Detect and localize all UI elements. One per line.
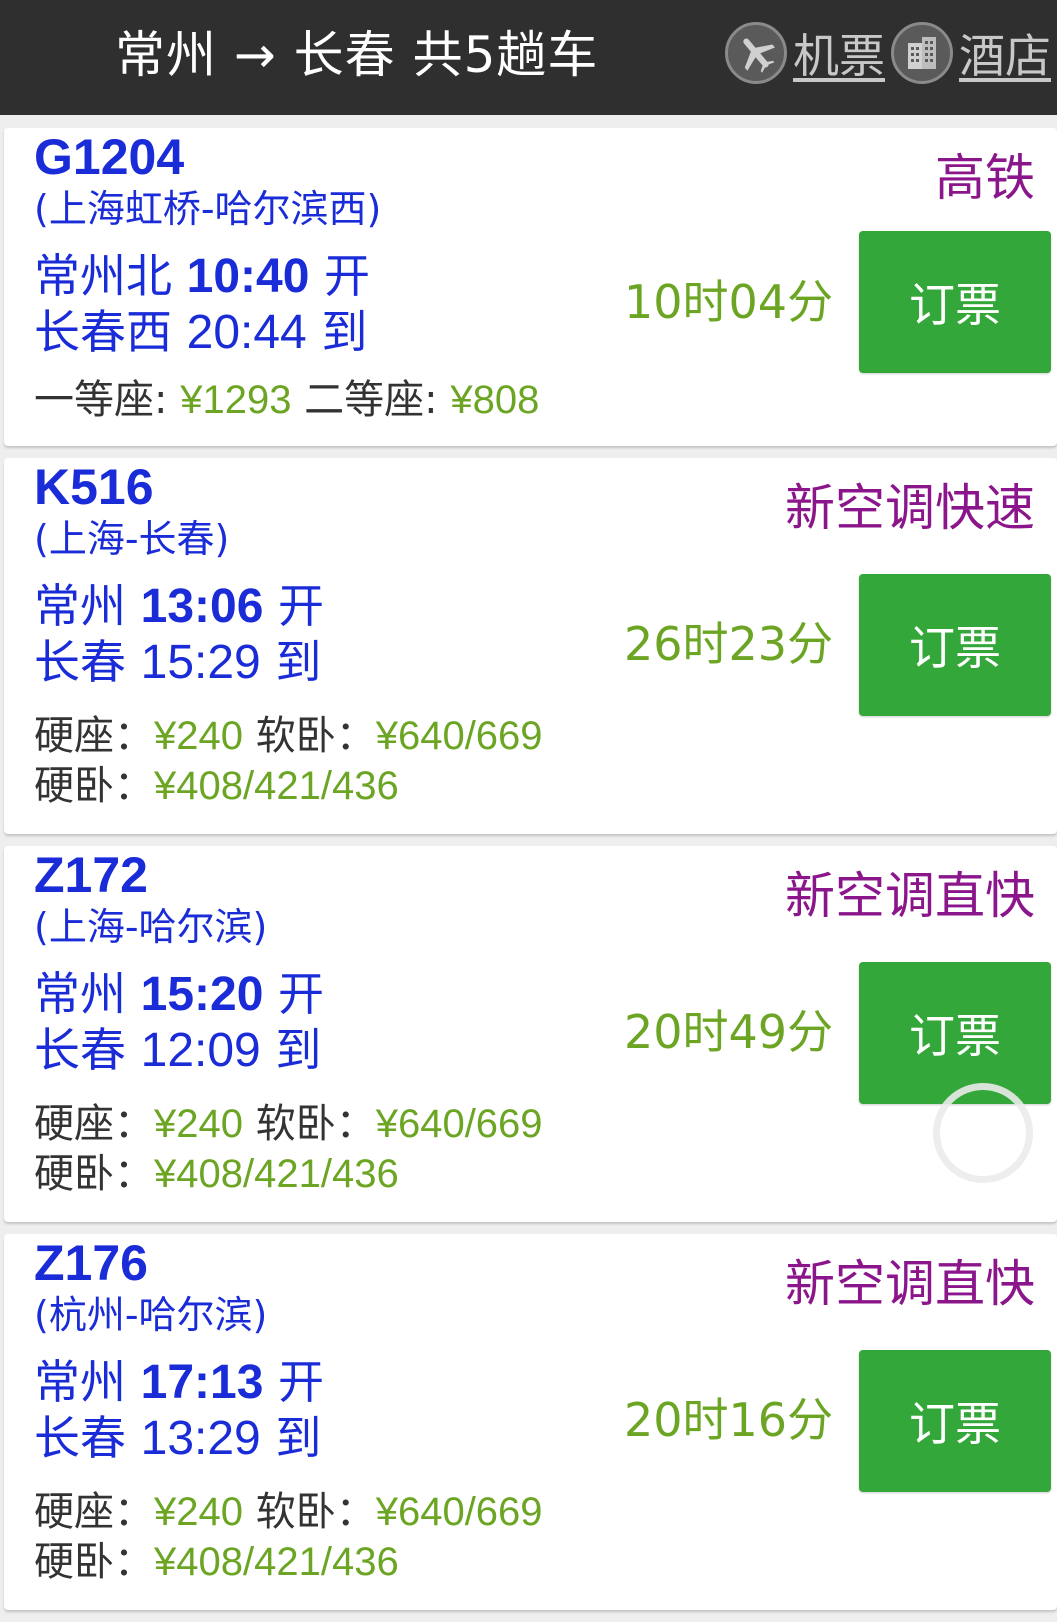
travel-duration: 20时16分: [624, 1393, 834, 1447]
departure-suffix: 开: [278, 1355, 325, 1409]
seat-label: 硬卧：: [34, 763, 154, 809]
price-line: 硬座：¥240 软卧：¥640/669: [34, 1488, 543, 1536]
arrival-suffix: 到: [275, 635, 322, 689]
departure-time: 13:06: [140, 580, 264, 633]
train-route: (上海-哈尔滨): [34, 905, 268, 949]
departure-station: 常州: [34, 967, 126, 1021]
seat-price: ¥408/421/436: [154, 1152, 399, 1196]
seat-label: 硬座：: [34, 1489, 154, 1535]
arrival-info: 长春西 20:44 到: [34, 304, 367, 361]
train-number: Z176: [34, 1235, 148, 1291]
train-number: Z172: [34, 847, 148, 903]
seat-label: 硬座：: [34, 1101, 154, 1147]
seat-label: 硬卧：: [34, 1539, 154, 1585]
header-links: 机票 酒店: [725, 18, 1057, 88]
departure-station: 常州北: [34, 249, 172, 303]
seat-price: ¥640/669: [375, 1490, 543, 1534]
seat-price: ¥240: [154, 1490, 243, 1534]
arrival-station: 长春西: [34, 305, 172, 359]
train-number: K516: [34, 459, 154, 515]
departure-suffix: 开: [324, 249, 371, 303]
arrival-time: 12:09: [140, 1024, 261, 1077]
seat-label: 一等座:: [34, 377, 181, 423]
departure-info: 常州 13:06 开: [34, 578, 324, 635]
seat-label: 软卧：: [255, 1489, 376, 1535]
travel-duration: 20时49分: [624, 1005, 834, 1059]
touch-ripple-indicator: [933, 1083, 1033, 1183]
travel-duration: 10时04分: [624, 275, 834, 329]
book-button[interactable]: 订票: [859, 231, 1051, 373]
departure-station: 常州: [34, 1355, 126, 1409]
book-button[interactable]: 订票: [859, 1350, 1051, 1492]
departure-info: 常州 15:20 开: [34, 966, 324, 1023]
train-route: (上海虹桥-哈尔滨西): [34, 187, 382, 231]
arrival-station: 长春: [34, 635, 126, 689]
seat-price: ¥240: [154, 1102, 243, 1146]
departure-time: 10:40: [186, 250, 310, 303]
train-type: 新空调快速: [785, 479, 1035, 537]
seat-price: ¥640/669: [375, 1102, 543, 1146]
train-type: 新空调直快: [785, 867, 1035, 925]
price-line: 硬座：¥240 软卧：¥640/669: [34, 1100, 543, 1148]
departure-info: 常州北 10:40 开: [34, 248, 370, 305]
departure-station: 常州: [34, 579, 126, 633]
airplane-icon[interactable]: [725, 22, 787, 84]
train-type: 高铁: [935, 149, 1035, 207]
train-card[interactable]: G1204 (上海虹桥-哈尔滨西) 高铁 常州北 10:40 开 长春西 20:…: [4, 128, 1057, 446]
book-button[interactable]: 订票: [859, 574, 1051, 716]
seat-label: 硬座：: [34, 713, 154, 759]
arrival-suffix: 到: [275, 1411, 322, 1465]
building-icon[interactable]: [891, 22, 953, 84]
seat-label: 二等座:: [304, 377, 451, 423]
arrival-time: 13:29: [140, 1412, 261, 1465]
book-button[interactable]: 订票: [859, 962, 1051, 1104]
price-line: 硬卧：¥408/421/436: [34, 762, 399, 810]
train-type: 新空调直快: [785, 1255, 1035, 1313]
arrival-suffix: 到: [275, 1023, 322, 1077]
train-route: (上海-长春): [34, 517, 230, 561]
arrival-time: 20:44: [186, 306, 307, 359]
departure-suffix: 开: [278, 579, 325, 633]
seat-label: 软卧：: [255, 1101, 376, 1147]
train-number: G1204: [34, 129, 185, 185]
page-title: 常州 → 长春 共5趟车: [115, 26, 599, 84]
departure-time: 17:13: [140, 1356, 264, 1409]
train-card[interactable]: Z172 (上海-哈尔滨) 新空调直快 常州 15:20 开 长春 12:09 …: [4, 846, 1057, 1222]
train-route: (杭州-哈尔滨): [34, 1293, 268, 1337]
price-line: 硬卧：¥408/421/436: [34, 1150, 399, 1198]
seat-price: ¥408/421/436: [154, 1540, 399, 1584]
price-line: 硬座：¥240 软卧：¥640/669: [34, 712, 543, 760]
price-line: 硬卧：¥408/421/436: [34, 1538, 399, 1586]
train-card[interactable]: K516 (上海-长春) 新空调快速 常州 13:06 开 长春 15:29 到…: [4, 458, 1057, 834]
seat-label: 硬卧：: [34, 1151, 154, 1197]
arrival-info: 长春 12:09 到: [34, 1022, 321, 1079]
flight-link[interactable]: 机票: [793, 20, 885, 86]
arrival-time: 15:29: [140, 636, 261, 689]
arrival-info: 长春 15:29 到: [34, 634, 321, 691]
travel-duration: 26时23分: [624, 617, 834, 671]
seat-label: 软卧：: [255, 713, 376, 759]
arrival-station: 长春: [34, 1023, 126, 1077]
seat-price: ¥640/669: [375, 714, 543, 758]
departure-time: 15:20: [140, 968, 264, 1021]
departure-info: 常州 17:13 开: [34, 1354, 324, 1411]
train-list: G1204 (上海虹桥-哈尔滨西) 高铁 常州北 10:40 开 长春西 20:…: [4, 128, 1057, 1622]
arrival-info: 长春 13:29 到: [34, 1410, 321, 1467]
arrival-suffix: 到: [321, 305, 368, 359]
seat-price: ¥408/421/436: [154, 764, 399, 808]
app-header: 常州 → 长春 共5趟车 机票 酒店: [0, 0, 1057, 115]
seat-price: ¥808: [450, 378, 540, 422]
train-card[interactable]: Z176 (杭州-哈尔滨) 新空调直快 常州 17:13 开 长春 13:29 …: [4, 1234, 1057, 1610]
departure-suffix: 开: [278, 967, 325, 1021]
price-line: 一等座: ¥1293 二等座: ¥808: [34, 376, 539, 424]
seat-price: ¥240: [154, 714, 243, 758]
seat-price: ¥1293: [180, 378, 292, 422]
arrival-station: 长春: [34, 1411, 126, 1465]
hotel-link[interactable]: 酒店: [959, 20, 1051, 86]
